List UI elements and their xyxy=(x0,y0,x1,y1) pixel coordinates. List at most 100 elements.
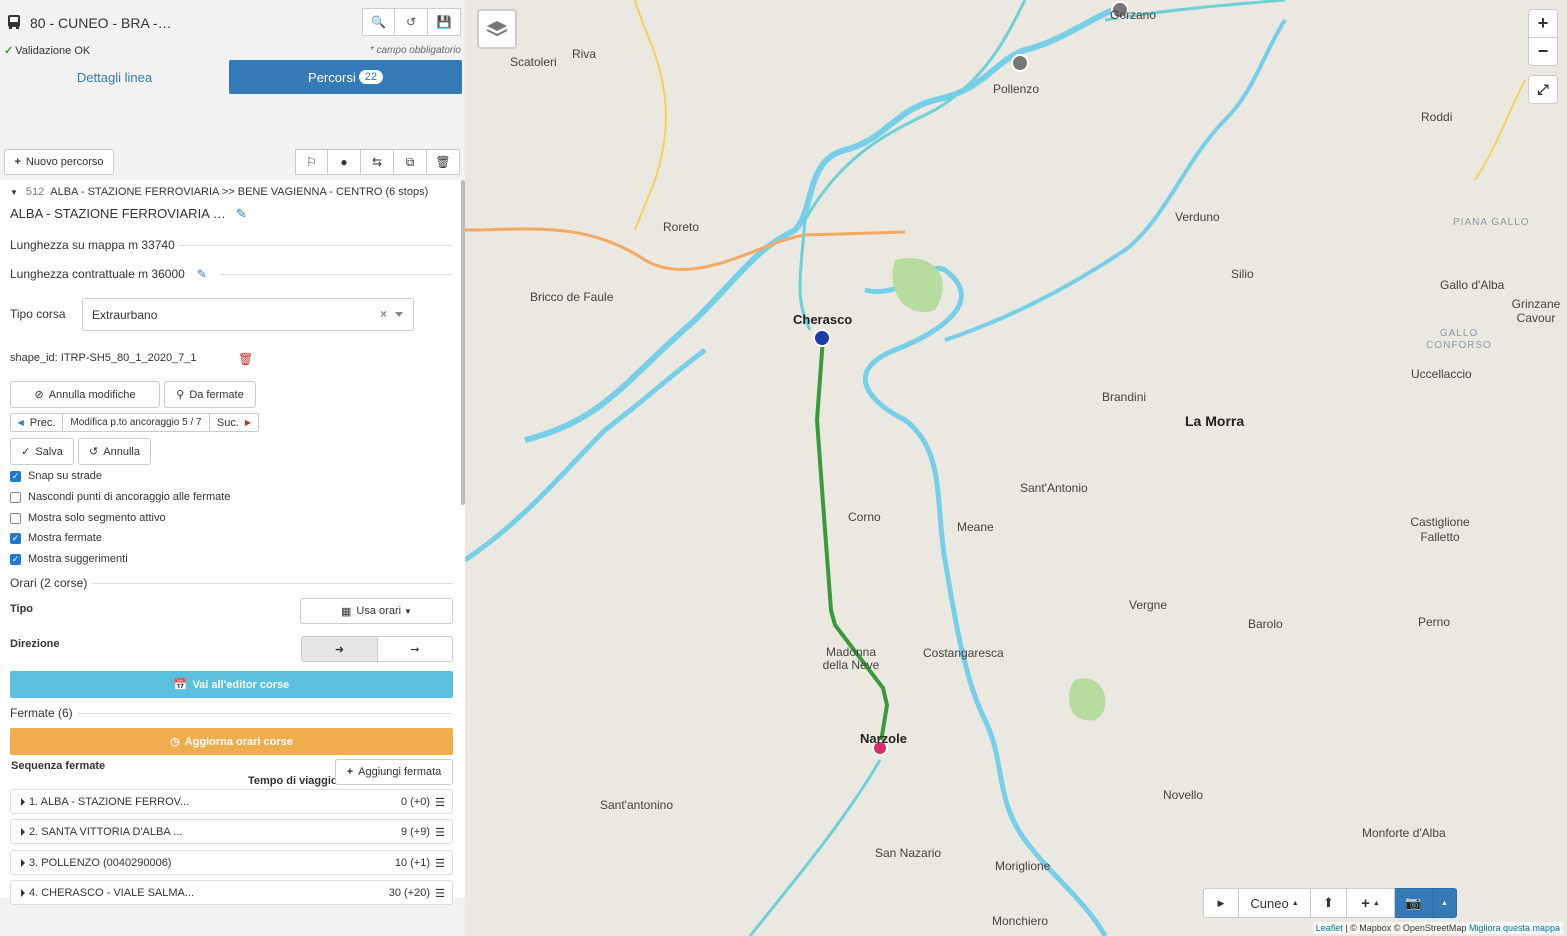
shape-id: shape_id: ITRP-SH5_80_1_2020_7_1 xyxy=(10,352,197,364)
plus-icon: + xyxy=(346,766,354,778)
map-label-moriglione: Moriglione xyxy=(995,859,1051,873)
stop-row[interactable]: 3. POLLENZO (0040290006) 10 (+1) ☰ xyxy=(10,850,453,875)
next-anchor-button[interactable]: Suc. ▶ xyxy=(209,413,259,432)
tab-line-details[interactable]: Dettagli linea xyxy=(2,60,227,94)
map-label-riva: Riva xyxy=(572,47,597,61)
checkbox[interactable] xyxy=(10,512,21,524)
route-actions: ⚐ ● ⇆ ⧉ 🗑 xyxy=(295,149,460,175)
map-length: Lunghezza su mappa m 33740 xyxy=(10,238,175,252)
zoom-out-button[interactable]: − xyxy=(1528,37,1558,66)
map-label-roddi: Roddi xyxy=(1421,110,1453,124)
save-icon[interactable]: 💾 xyxy=(428,8,461,36)
option-label: Snap su strade xyxy=(28,470,102,482)
option-show-suggestions[interactable]: ✓ Mostra suggerimenti xyxy=(10,553,128,565)
region-dropdown[interactable]: Cuneo ▲ xyxy=(1239,888,1311,918)
option-active-segment[interactable]: Mostra solo segmento attivo xyxy=(10,512,166,524)
copy-icon[interactable]: ⧉ xyxy=(394,149,427,175)
pencil-icon[interactable]: ✎ xyxy=(197,267,207,281)
pencil-icon[interactable]: ✎ xyxy=(236,206,247,221)
checkbox-checked[interactable]: ✓ xyxy=(10,553,21,565)
option-show-stops[interactable]: ✓ Mostra fermate xyxy=(10,532,102,544)
attribution-text: | © Mapbox © OpenStreetMap xyxy=(1342,923,1469,933)
prev-anchor-button[interactable]: ◀ Prec. xyxy=(10,413,63,432)
tab-routes-label: Percorsi xyxy=(308,69,356,85)
routes-count-badge: 22 xyxy=(358,70,383,84)
fullscreen-button[interactable]: ⤢ xyxy=(1528,75,1558,104)
bomb-icon[interactable]: ● xyxy=(328,149,361,175)
map-label-perno: Perno xyxy=(1418,615,1451,629)
map-attribution: Leaflet | © Mapbox © OpenStreetMap Migli… xyxy=(1312,922,1563,934)
map-label-gallo-dalba: Gallo d'Alba xyxy=(1440,278,1505,292)
caret-left-icon: ◀ xyxy=(17,418,24,427)
direction-inbound-button[interactable]: ➞ xyxy=(377,636,453,662)
improve-map-link[interactable]: Migliora questa mappa xyxy=(1469,923,1560,933)
stop-name: 2. SANTA VITTORIA D'ALBA ... xyxy=(29,826,183,838)
new-route-button[interactable]: + Nuovo percorso xyxy=(4,149,114,175)
trip-editor-button[interactable]: 📅 Vai all'editor corse xyxy=(10,671,453,698)
route-header[interactable]: ▼ 512 ALBA - STAZIONE FERROVIARIA >> BENE … xyxy=(10,186,428,198)
option-hide-anchors[interactable]: Nascondi punti di ancoraggio alle fermat… xyxy=(10,491,230,503)
search-icon[interactable]: 🔍 xyxy=(362,8,395,36)
layers-button[interactable] xyxy=(477,9,517,49)
camera-dropdown-button[interactable]: ▲ xyxy=(1433,888,1457,918)
map-view[interactable]: Cherasco Narzole La Morra Pollenzo Roret… xyxy=(465,0,1567,936)
add-dropdown-button[interactable]: + ▲ xyxy=(1347,888,1395,918)
checkbox[interactable] xyxy=(10,491,21,503)
trip-type-select[interactable]: Extraurbano × xyxy=(82,298,414,331)
map-label-roreto: Roreto xyxy=(663,220,700,234)
route-editor: ▼ 512 ALBA - STAZIONE FERROVIARIA >> BENE … xyxy=(0,180,465,905)
save-button[interactable]: ✓ Salva xyxy=(10,438,74,465)
drag-handle-icon[interactable]: ☰ xyxy=(435,796,445,809)
map-label-verduno: Verduno xyxy=(1175,210,1220,224)
validation-text: Validazione OK xyxy=(15,45,91,57)
stop-row[interactable]: 4. CHERASCO - VIALE SALMA... 30 (+20) ☰ xyxy=(10,880,453,905)
tab-routes[interactable]: Percorsi 22 xyxy=(229,60,462,94)
drag-handle-icon[interactable]: ☰ xyxy=(435,826,445,839)
zoom-in-button[interactable]: + xyxy=(1528,9,1558,38)
cancel-button[interactable]: ↺ Annulla xyxy=(78,438,151,465)
trip-type-label: Tipo corsa xyxy=(10,307,66,321)
map-label-barolo: Barolo xyxy=(1248,617,1283,631)
divider xyxy=(78,713,453,714)
trash-icon[interactable]: 🗑 xyxy=(427,149,460,175)
stop-row[interactable]: 2. SANTA VITTORIA D'ALBA ... 9 (+9) ☰ xyxy=(10,819,453,844)
map-label-novello: Novello xyxy=(1163,788,1204,802)
add-stop-button[interactable]: + Aggiungi fermata xyxy=(335,759,453,785)
camera-button[interactable]: 📷 xyxy=(1395,888,1433,918)
use-schedule-dropdown[interactable]: ▦ Usa orari ▼ xyxy=(300,598,453,624)
trash-icon[interactable]: 🗑 xyxy=(238,352,253,366)
cancel-changes-button[interactable]: ⊘ Annulla modifiche xyxy=(10,381,160,408)
next-label: Suc. xyxy=(216,416,239,429)
option-snap-roads[interactable]: ✓ Snap su strade xyxy=(10,470,102,482)
caret-up-icon: ▲ xyxy=(1291,899,1299,907)
drag-handle-icon[interactable]: ☰ xyxy=(435,887,445,900)
new-route-label: Nuovo percorso xyxy=(25,156,104,168)
checkbox-checked[interactable]: ✓ xyxy=(10,470,21,482)
option-label: Mostra solo segmento attivo xyxy=(28,512,166,524)
caret-up-icon: ▲ xyxy=(1441,899,1448,907)
direction-outbound-button[interactable]: ➜ xyxy=(301,636,378,662)
undo-icon[interactable]: ↺ xyxy=(395,8,428,36)
map-canvas[interactable] xyxy=(465,0,1567,936)
toolbar-expand-button[interactable]: ▶ xyxy=(1203,888,1239,918)
reverse-icon[interactable]: ⇆ xyxy=(361,149,394,175)
flag-icon[interactable]: ⚐ xyxy=(295,149,328,175)
map-label-santantonino: Sant'antonino xyxy=(600,798,674,812)
map-label-scatoleri: Scatoleri xyxy=(510,55,557,69)
plus-icon: + xyxy=(14,156,21,168)
leaflet-link[interactable]: Leaflet xyxy=(1316,923,1343,933)
update-times-button[interactable]: ◷ Aggiorna orari corse xyxy=(10,728,453,755)
stop-row[interactable]: 1. ALBA - STAZIONE FERROV... 0 (+0) ☰ xyxy=(10,789,453,814)
checkbox-checked[interactable]: ✓ xyxy=(10,532,21,544)
undo-icon: ↺ xyxy=(89,446,99,458)
route-header-text: ALBA - STAZIONE FERROVIARIA >> BENE VAGI… xyxy=(50,186,429,198)
stop-name: 4. CHERASCO - VIALE SALMA... xyxy=(29,887,195,899)
from-stops-button[interactable]: ⚲ Da fermate xyxy=(164,381,256,408)
upload-button[interactable]: ⬆ xyxy=(1311,888,1347,918)
clear-icon[interactable]: × xyxy=(380,307,387,321)
schedule-type-value: Usa orari xyxy=(356,605,402,617)
caret-up-icon: ▲ xyxy=(1372,899,1380,907)
drag-handle-icon[interactable]: ☰ xyxy=(435,857,445,870)
bus-icon xyxy=(8,15,20,29)
divider xyxy=(178,245,453,246)
